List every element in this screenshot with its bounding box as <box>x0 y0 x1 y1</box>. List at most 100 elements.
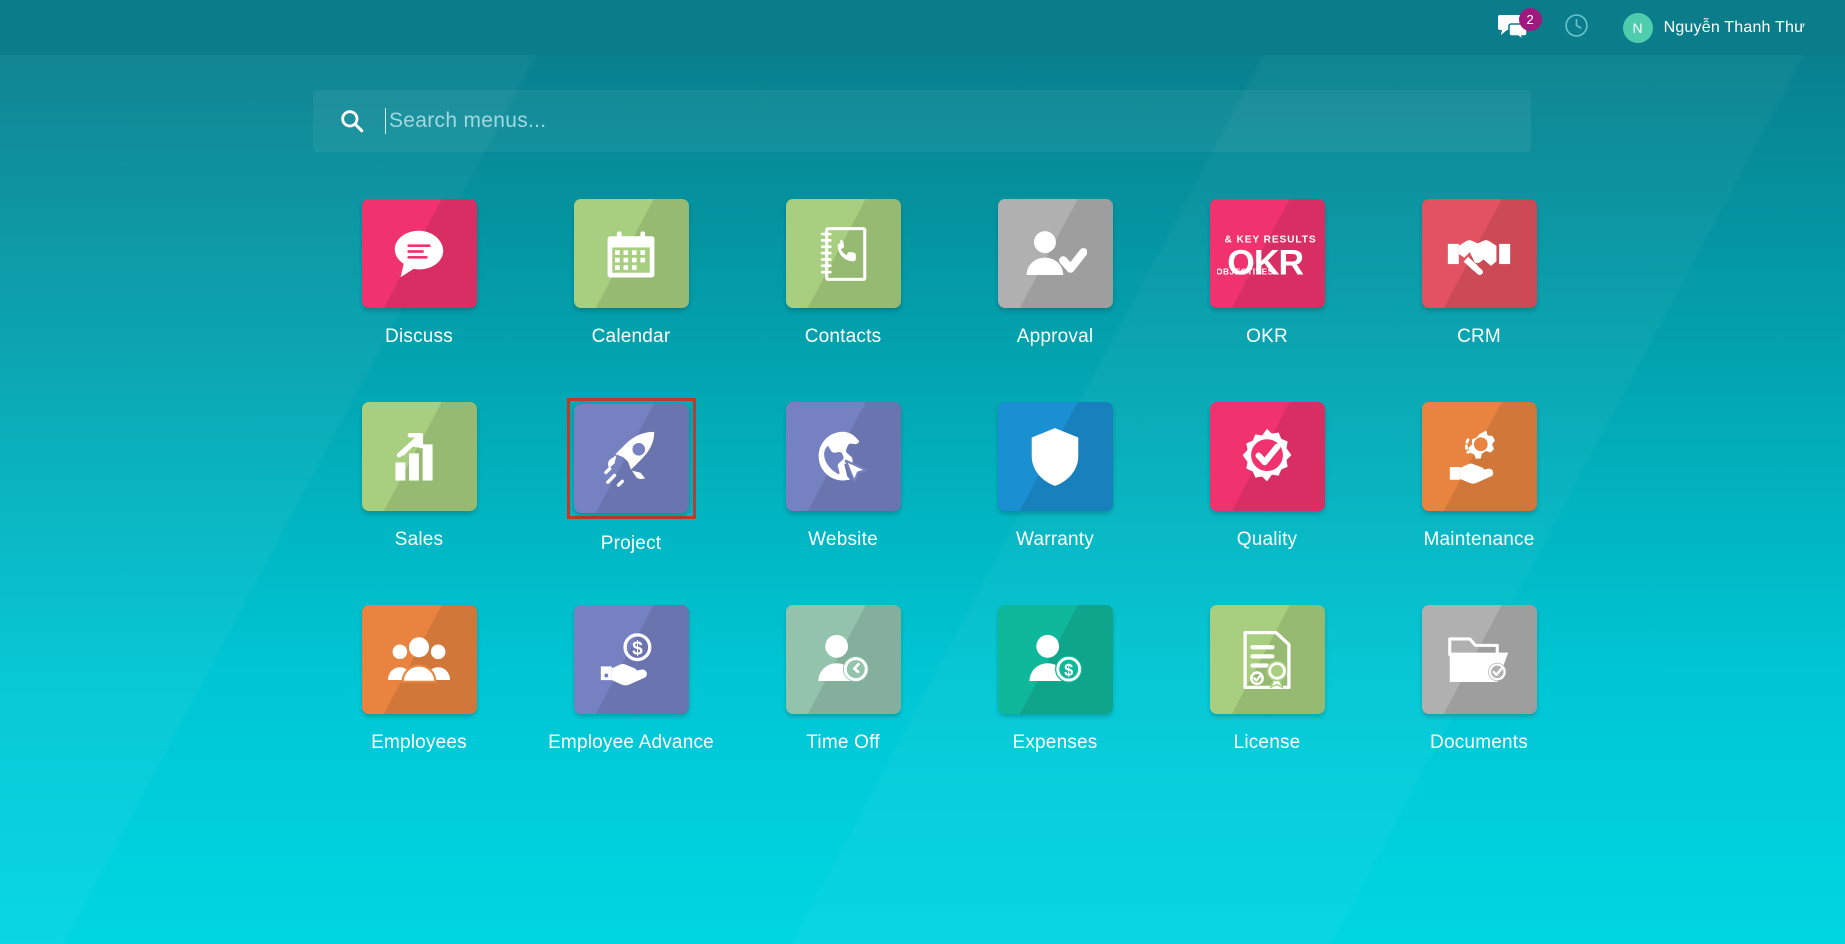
app-icon-background <box>786 199 901 308</box>
top-bar: 2 N Nguyễn Thanh Thư <box>0 0 1845 55</box>
app-label: Website <box>808 529 878 551</box>
app-tile-employees[interactable]: Employees <box>313 601 525 804</box>
app-tile-approval[interactable]: Approval <box>949 195 1161 398</box>
app-icon-background <box>786 402 901 511</box>
chat-bubbles-icon: 2 <box>1498 13 1532 43</box>
activity-button[interactable] <box>1548 0 1605 55</box>
app-tile-expenses[interactable]: $ Expenses <box>949 601 1161 804</box>
search-bar[interactable]: Search menus... <box>313 90 1531 152</box>
svg-text:$: $ <box>1064 661 1073 679</box>
app-icon-background: $ <box>998 605 1113 714</box>
app-icon[interactable]: $ <box>992 601 1119 718</box>
app-icon[interactable] <box>1416 195 1543 312</box>
user-name-label: Nguyễn Thanh Thư <box>1664 19 1805 37</box>
app-icon[interactable] <box>992 195 1119 312</box>
app-icon[interactable] <box>780 601 907 718</box>
messages-badge: 2 <box>1519 8 1542 31</box>
app-icon[interactable] <box>356 195 483 312</box>
app-icon-background <box>574 404 689 513</box>
app-label: Employee Advance <box>548 732 714 754</box>
user-check-icon <box>998 199 1113 308</box>
app-tile-quality[interactable]: Quality <box>1161 398 1373 601</box>
app-icon-background <box>786 605 901 714</box>
app-label: Contacts <box>805 326 882 348</box>
app-tile-crm[interactable]: CRM <box>1373 195 1585 398</box>
text-cursor <box>385 108 386 134</box>
app-label: Expenses <box>1012 732 1097 754</box>
people-group-icon <box>362 605 477 714</box>
user-clock-icon <box>786 605 901 714</box>
app-icon[interactable] <box>1416 601 1543 718</box>
bar-chart-arrow-icon <box>362 402 477 511</box>
hand-coin-icon: $ <box>574 605 689 714</box>
app-icon[interactable] <box>1204 398 1331 515</box>
app-tile-maintenance[interactable]: Maintenance <box>1373 398 1585 601</box>
app-icon-background: & KEY RESULTS OKR OBJECTIVES <box>1210 199 1325 308</box>
app-tile-website[interactable]: Website <box>737 398 949 601</box>
app-icon-background <box>1210 605 1325 714</box>
app-icon[interactable] <box>780 398 907 515</box>
app-label: Discuss <box>385 326 453 348</box>
speech-bubble-icon <box>362 199 477 308</box>
app-grid: Discuss Calendar Contacts <box>313 195 1573 804</box>
avatar: N <box>1623 13 1653 43</box>
folder-check-icon <box>1422 605 1537 714</box>
search-icon <box>339 108 365 134</box>
top-bar-right-group: 2 N Nguyễn Thanh Thư <box>1482 0 1809 55</box>
app-tile-license[interactable]: License <box>1161 601 1373 804</box>
svg-text:$: $ <box>632 638 643 659</box>
app-icon[interactable]: $ <box>568 601 695 718</box>
app-tile-calendar[interactable]: Calendar <box>525 195 737 398</box>
shield-icon <box>998 402 1113 511</box>
app-label: Project <box>601 533 662 555</box>
app-tile-discuss[interactable]: Discuss <box>313 195 525 398</box>
app-icon[interactable] <box>1416 398 1543 515</box>
app-icon[interactable] <box>568 195 695 312</box>
app-icon[interactable] <box>992 398 1119 515</box>
app-icon-background <box>362 605 477 714</box>
app-label: Quality <box>1237 529 1298 551</box>
app-label: Warranty <box>1016 529 1094 551</box>
app-label: Calendar <box>592 326 671 348</box>
app-icon-background <box>1422 402 1537 511</box>
certificate-icon <box>1210 605 1325 714</box>
app-label: Approval <box>1017 326 1094 348</box>
app-tile-sales[interactable]: Sales <box>313 398 525 601</box>
app-icon-selected[interactable] <box>567 398 696 519</box>
app-label: Time Off <box>806 732 879 754</box>
okr-text-icon: & KEY RESULTS OKR OBJECTIVES <box>1210 199 1325 308</box>
app-icon-background <box>362 199 477 308</box>
app-tile-time-off[interactable]: Time Off <box>737 601 949 804</box>
app-label: OKR <box>1246 326 1288 348</box>
clock-icon <box>1564 13 1589 43</box>
user-menu[interactable]: N Nguyễn Thanh Thư <box>1605 0 1809 55</box>
app-icon[interactable] <box>356 398 483 515</box>
app-label: Documents <box>1430 732 1528 754</box>
user-coin-icon: $ <box>998 605 1113 714</box>
app-tile-documents[interactable]: Documents <box>1373 601 1585 804</box>
app-icon[interactable] <box>1204 601 1331 718</box>
app-tile-employee-advance[interactable]: $ Employee Advance <box>525 601 737 804</box>
app-icon[interactable] <box>356 601 483 718</box>
quality-badge-icon <box>1210 402 1325 511</box>
app-label: License <box>1234 732 1301 754</box>
app-icon-background <box>1422 199 1537 308</box>
app-icon-background <box>574 199 689 308</box>
app-tile-okr[interactable]: & KEY RESULTS OKR OBJECTIVES OKR <box>1161 195 1373 398</box>
app-icon-background <box>362 402 477 511</box>
app-icon-background <box>1210 402 1325 511</box>
app-label: CRM <box>1457 326 1501 348</box>
app-icon-background <box>998 199 1113 308</box>
hand-gear-icon <box>1422 402 1537 511</box>
svg-text:OBJECTIVES: OBJECTIVES <box>1217 266 1274 276</box>
app-icon-background: $ <box>574 605 689 714</box>
app-tile-warranty[interactable]: Warranty <box>949 398 1161 601</box>
app-tile-contacts[interactable]: Contacts <box>737 195 949 398</box>
app-icon[interactable] <box>780 195 907 312</box>
rocket-icon <box>574 404 689 513</box>
search-input[interactable]: Search menus... <box>389 109 546 133</box>
app-icon-background <box>998 402 1113 511</box>
messages-button[interactable]: 2 <box>1482 0 1548 55</box>
app-tile-project[interactable]: Project <box>525 398 737 601</box>
app-icon[interactable]: & KEY RESULTS OKR OBJECTIVES <box>1204 195 1331 312</box>
